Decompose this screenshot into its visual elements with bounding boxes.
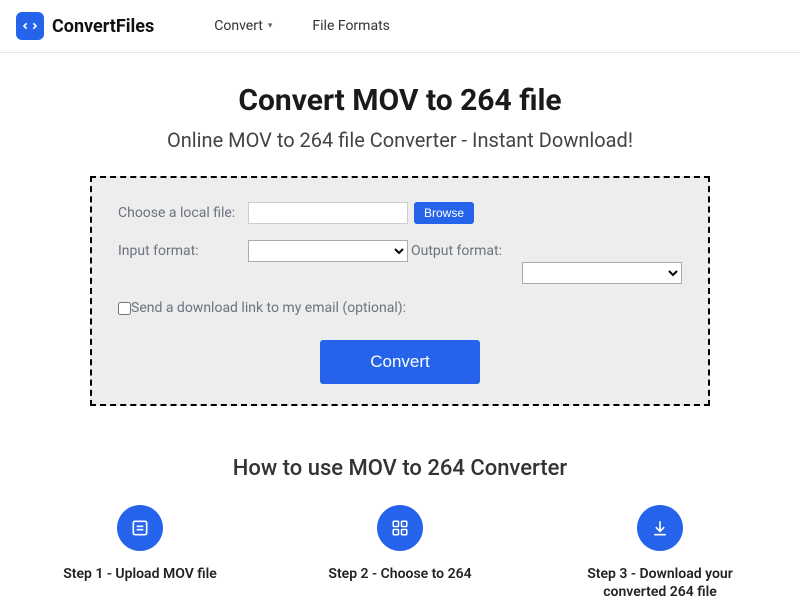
step-1-text: Step 1 - Upload MOV file bbox=[63, 565, 217, 583]
format-row: Input format: Output format: bbox=[118, 240, 682, 284]
step-2: Step 2 - Choose to 264 bbox=[310, 505, 490, 601]
main-nav: Convert ▾ File Formats bbox=[214, 18, 390, 34]
nav-convert[interactable]: Convert ▾ bbox=[214, 18, 272, 34]
grid-icon bbox=[377, 505, 423, 551]
steps-row: Step 1 - Upload MOV file Step 2 - Choose… bbox=[0, 505, 800, 601]
logo[interactable]: ConvertFiles bbox=[16, 12, 154, 40]
main-content: Convert MOV to 264 file Online MOV to 26… bbox=[0, 53, 800, 601]
page-title: Convert MOV to 264 file bbox=[0, 83, 800, 118]
logo-icon bbox=[16, 12, 44, 40]
convert-form: Choose a local file: Browse Input format… bbox=[90, 176, 710, 406]
choose-file-label: Choose a local file: bbox=[118, 205, 248, 221]
email-row: Send a download link to my email (option… bbox=[118, 300, 682, 316]
file-row: Choose a local file: Browse bbox=[118, 202, 682, 224]
email-label: Send a download link to my email (option… bbox=[131, 300, 406, 316]
email-checkbox[interactable] bbox=[118, 302, 131, 315]
step-1: Step 1 - Upload MOV file bbox=[50, 505, 230, 601]
step-3: Step 3 - Download your converted 264 fil… bbox=[570, 505, 750, 601]
howto-section: How to use MOV to 264 Converter Step 1 -… bbox=[0, 456, 800, 601]
howto-title: How to use MOV to 264 Converter bbox=[0, 456, 800, 481]
chevron-down-icon: ▾ bbox=[268, 21, 273, 31]
page-subtitle: Online MOV to 264 file Converter - Insta… bbox=[0, 128, 800, 152]
output-format-select[interactable] bbox=[522, 262, 682, 284]
brand-name: ConvertFiles bbox=[52, 16, 154, 37]
header: ConvertFiles Convert ▾ File Formats bbox=[0, 0, 800, 53]
download-icon bbox=[637, 505, 683, 551]
nav-file-formats[interactable]: File Formats bbox=[312, 18, 389, 34]
output-format-label: Output format: bbox=[411, 243, 502, 259]
step-3-text: Step 3 - Download your converted 264 fil… bbox=[570, 565, 750, 601]
convert-button[interactable]: Convert bbox=[320, 340, 480, 384]
browse-button[interactable]: Browse bbox=[414, 202, 474, 224]
nav-formats-label: File Formats bbox=[312, 18, 389, 34]
step-2-text: Step 2 - Choose to 264 bbox=[328, 565, 471, 583]
nav-convert-label: Convert bbox=[214, 18, 263, 34]
upload-icon bbox=[117, 505, 163, 551]
file-input[interactable] bbox=[248, 202, 408, 224]
input-format-label: Input format: bbox=[118, 243, 248, 259]
input-format-select[interactable] bbox=[248, 240, 408, 262]
